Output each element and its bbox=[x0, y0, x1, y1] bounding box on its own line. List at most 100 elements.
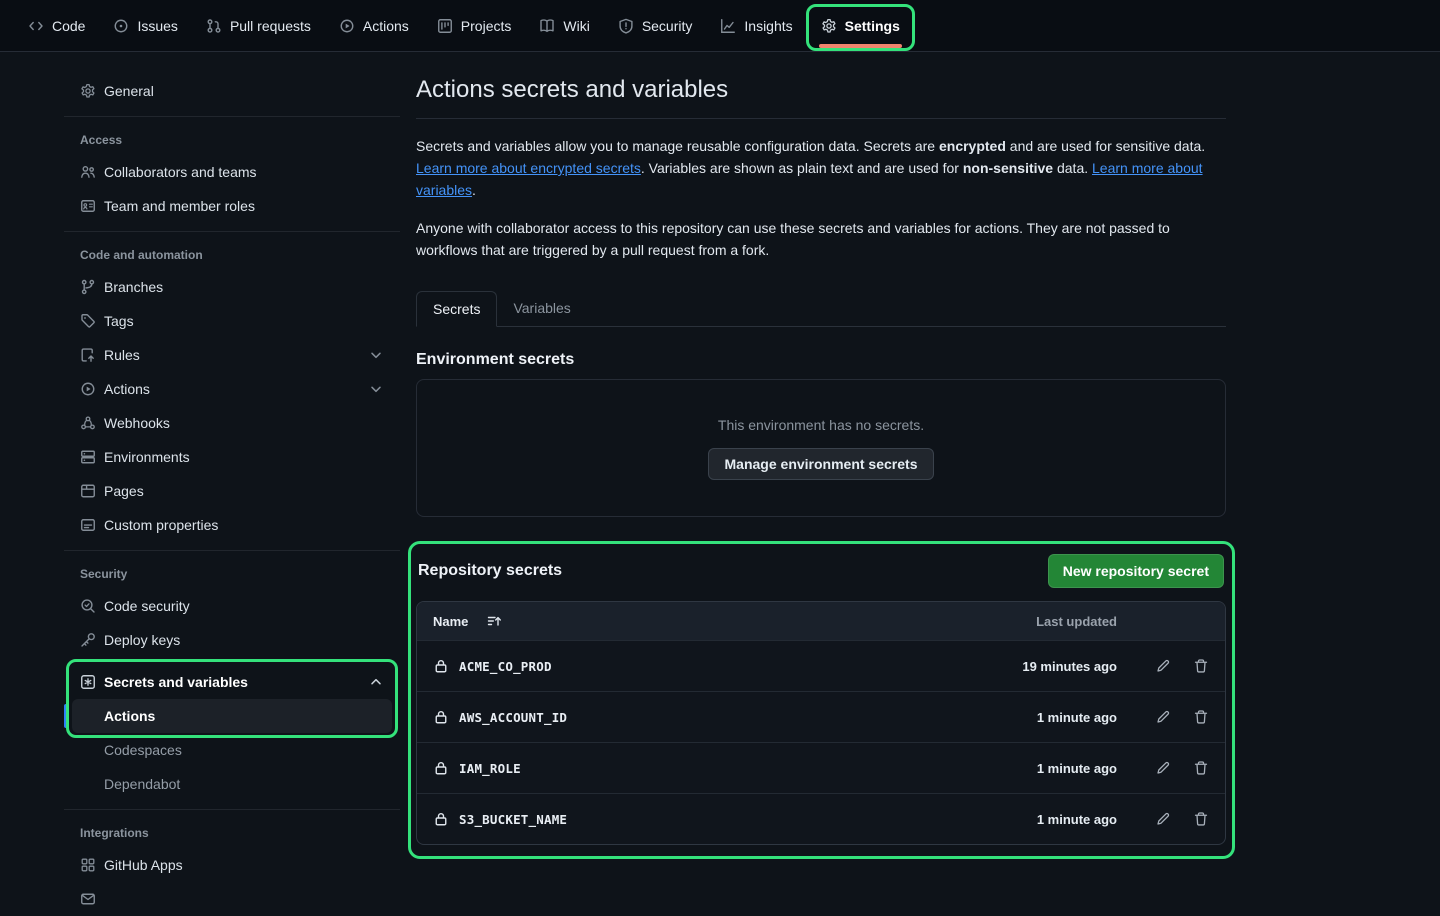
nav-tab-insights[interactable]: Insights bbox=[711, 0, 801, 51]
git-pull-request-icon bbox=[206, 18, 222, 34]
manage-environment-secrets-button[interactable]: Manage environment secrets bbox=[708, 448, 935, 480]
secret-row: S3_BUCKET_NAME 1 minute ago bbox=[417, 793, 1225, 844]
secret-row: IAM_ROLE 1 minute ago bbox=[417, 742, 1225, 793]
environment-empty-text: This environment has no secrets. bbox=[718, 417, 924, 433]
nav-tab-label: Projects bbox=[461, 18, 512, 34]
sidebar-item-secrets-and-variables[interactable]: Secrets and variables bbox=[72, 665, 392, 699]
sidebar-item-general[interactable]: General bbox=[72, 74, 392, 108]
nav-tab-wiki[interactable]: Wiki bbox=[530, 0, 598, 51]
sidebar-item-partial[interactable] bbox=[72, 882, 392, 916]
settings-content: Actions secrets and variables Secrets an… bbox=[416, 52, 1226, 859]
sidebar-item-custom-properties[interactable]: Custom properties bbox=[72, 508, 392, 542]
sidebar-item-branches[interactable]: Branches bbox=[72, 270, 392, 304]
sidebar-item-label: GitHub Apps bbox=[104, 857, 183, 873]
sidebar-subitem-dependabot[interactable]: Dependabot bbox=[72, 767, 392, 801]
secret-name: S3_BUCKET_NAME bbox=[459, 812, 567, 827]
tab-variables[interactable]: Variables bbox=[497, 291, 586, 326]
environment-secrets-heading: Environment secrets bbox=[416, 351, 1226, 369]
nav-tab-security[interactable]: Security bbox=[609, 0, 702, 51]
sidebar-item-rules[interactable]: Rules bbox=[72, 338, 392, 372]
sidebar-divider bbox=[64, 809, 400, 810]
trash-icon bbox=[1193, 760, 1209, 776]
sidebar-subitem-label: Codespaces bbox=[104, 742, 182, 758]
sidebar-item-label: Team and member roles bbox=[104, 198, 255, 214]
mail-icon bbox=[80, 891, 96, 907]
sidebar-item-label: Custom properties bbox=[104, 517, 218, 533]
secret-name: AWS_ACCOUNT_ID bbox=[459, 710, 567, 725]
edit-secret-button[interactable] bbox=[1155, 811, 1171, 827]
secret-name: ACME_CO_PROD bbox=[459, 659, 552, 674]
sidebar-item-label: Webhooks bbox=[104, 415, 170, 431]
sort-ascending-icon[interactable] bbox=[486, 613, 502, 629]
sidebar-item-collaborators[interactable]: Collaborators and teams bbox=[72, 155, 392, 189]
edit-secret-button[interactable] bbox=[1155, 760, 1171, 776]
sidebar-item-deploy-keys[interactable]: Deploy keys bbox=[72, 623, 392, 657]
nav-tab-pull-requests[interactable]: Pull requests bbox=[197, 0, 320, 51]
new-repository-secret-button[interactable]: New repository secret bbox=[1048, 554, 1224, 588]
apps-grid-icon bbox=[80, 857, 96, 873]
nav-tab-code[interactable]: Code bbox=[19, 0, 94, 51]
intro-paragraph: Secrets and variables allow you to manag… bbox=[416, 135, 1226, 201]
intro-text: data. bbox=[1053, 160, 1092, 176]
pencil-icon bbox=[1155, 658, 1171, 674]
code-icon bbox=[28, 18, 44, 34]
sidebar-item-team-roles[interactable]: Team and member roles bbox=[72, 189, 392, 223]
browser-icon bbox=[80, 483, 96, 499]
sidebar-item-tags[interactable]: Tags bbox=[72, 304, 392, 338]
nav-tab-settings[interactable]: Settings bbox=[812, 0, 909, 51]
nav-tab-label: Actions bbox=[363, 18, 409, 34]
sidebar-subitem-codespaces[interactable]: Codespaces bbox=[72, 733, 392, 767]
delete-secret-button[interactable] bbox=[1193, 709, 1209, 725]
sidebar-item-label: Secrets and variables bbox=[104, 674, 248, 690]
book-icon bbox=[539, 18, 555, 34]
sidebar-item-label: Rules bbox=[104, 347, 140, 363]
nav-tab-label: Issues bbox=[137, 18, 177, 34]
nav-tab-label: Security bbox=[642, 18, 693, 34]
sidebar-item-label: Branches bbox=[104, 279, 163, 295]
sidebar-item-webhooks[interactable]: Webhooks bbox=[72, 406, 392, 440]
webhook-icon bbox=[80, 415, 96, 431]
chevron-down-icon bbox=[368, 381, 384, 397]
asterisk-box-icon bbox=[80, 674, 96, 690]
sidebar-subitem-actions-selected[interactable]: Actions bbox=[72, 699, 392, 733]
tab-secrets[interactable]: Secrets bbox=[416, 291, 497, 327]
secrets-table-header: Name Last updated bbox=[417, 602, 1225, 640]
note-icon bbox=[80, 517, 96, 533]
sidebar-item-label: Collaborators and teams bbox=[104, 164, 257, 180]
delete-secret-button[interactable] bbox=[1193, 760, 1209, 776]
sidebar-subitem-label: Actions bbox=[104, 708, 155, 724]
people-icon bbox=[80, 164, 96, 180]
sidebar-item-actions[interactable]: Actions bbox=[72, 372, 392, 406]
nav-tab-issues[interactable]: Issues bbox=[104, 0, 186, 51]
edit-secret-button[interactable] bbox=[1155, 709, 1171, 725]
nav-tab-actions[interactable]: Actions bbox=[330, 0, 418, 51]
sidebar-item-environments[interactable]: Environments bbox=[72, 440, 392, 474]
sidebar-item-label: Deploy keys bbox=[104, 632, 180, 648]
delete-secret-button[interactable] bbox=[1193, 811, 1209, 827]
edit-secret-button[interactable] bbox=[1155, 658, 1171, 674]
nav-tab-projects[interactable]: Projects bbox=[428, 0, 521, 51]
link-encrypted-secrets[interactable]: Learn more about encrypted secrets bbox=[416, 160, 641, 176]
sidebar-item-label: Code security bbox=[104, 598, 190, 614]
sidebar-item-github-apps[interactable]: GitHub Apps bbox=[72, 848, 392, 882]
sidebar-subitem-label: Dependabot bbox=[104, 776, 180, 792]
secret-updated: 1 minute ago bbox=[967, 812, 1117, 827]
shield-icon bbox=[618, 18, 634, 34]
sidebar-divider bbox=[64, 550, 400, 551]
repo-tab-nav: Code Issues Pull requests Actions Projec… bbox=[0, 0, 1440, 52]
trash-icon bbox=[1193, 811, 1209, 827]
trash-icon bbox=[1193, 709, 1209, 725]
sidebar-item-label: General bbox=[104, 83, 154, 99]
secret-row: ACME_CO_PROD 19 minutes ago bbox=[417, 640, 1225, 691]
pencil-icon bbox=[1155, 811, 1171, 827]
sidebar-item-code-security[interactable]: Code security bbox=[72, 589, 392, 623]
gear-icon bbox=[821, 18, 837, 34]
sidebar-item-pages[interactable]: Pages bbox=[72, 474, 392, 508]
settings-sidebar: General Access Collaborators and teams T… bbox=[64, 52, 400, 916]
repository-secrets-section: Repository secrets New repository secret… bbox=[408, 541, 1235, 859]
pencil-icon bbox=[1155, 760, 1171, 776]
key-icon bbox=[80, 632, 96, 648]
delete-secret-button[interactable] bbox=[1193, 658, 1209, 674]
sidebar-divider bbox=[64, 116, 400, 117]
chevron-down-icon bbox=[368, 347, 384, 363]
